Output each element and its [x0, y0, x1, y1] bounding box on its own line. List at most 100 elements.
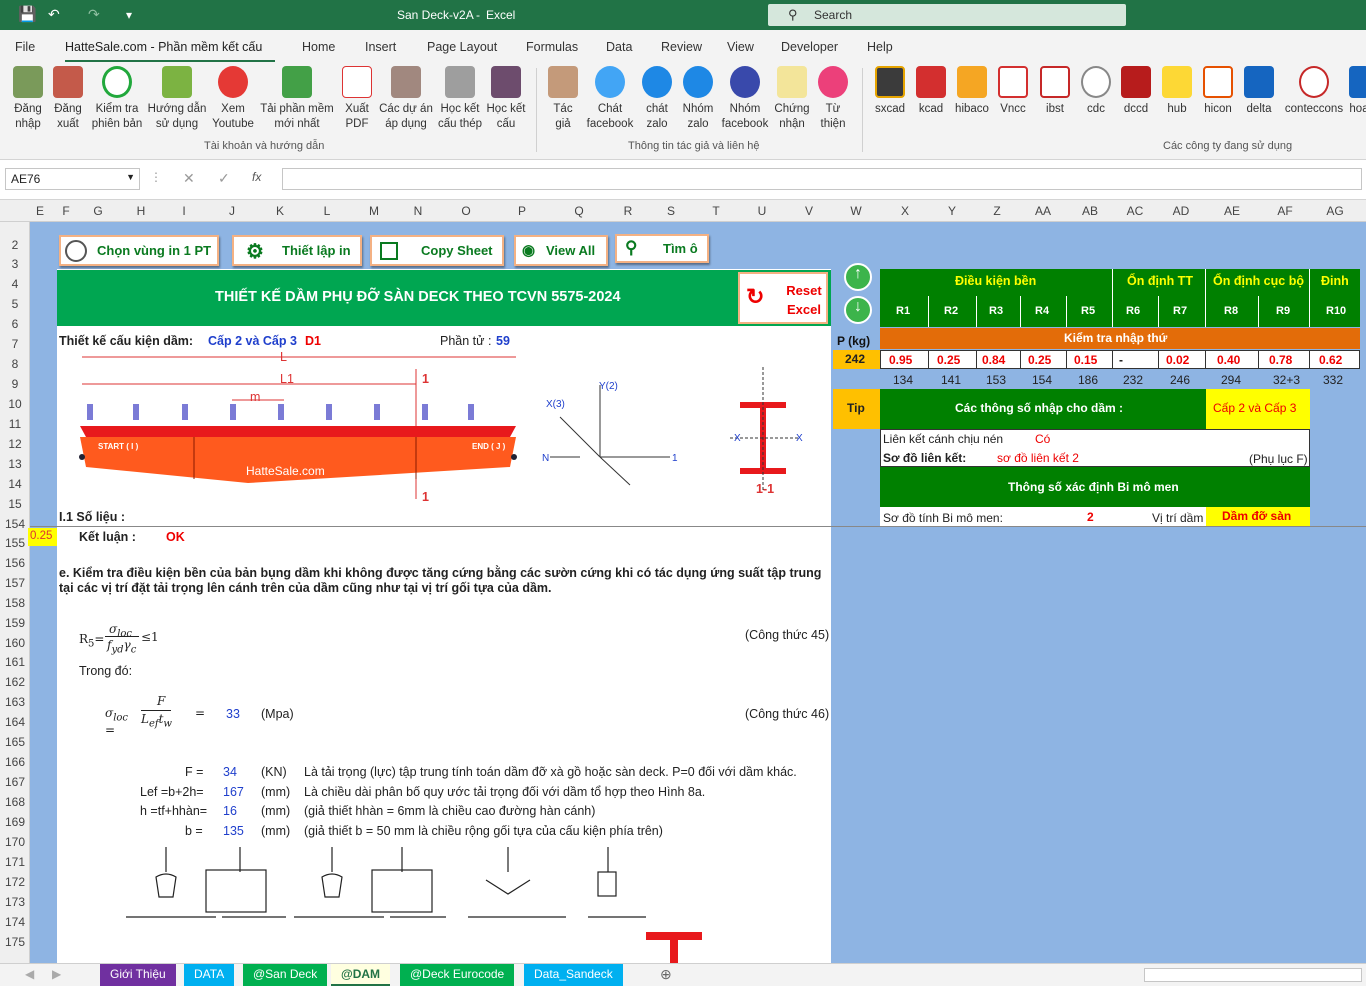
compress-value[interactable]: Có [1035, 432, 1050, 446]
row-header[interactable]: 10 [0, 397, 30, 411]
export-pdf-button[interactable]: Xuất PDF [338, 66, 376, 132]
customize-qat-icon[interactable]: ▾ [126, 8, 132, 22]
row-header[interactable]: 14 [0, 477, 30, 491]
row-header[interactable]: 7 [0, 337, 30, 351]
row-header[interactable]: 155 [0, 536, 30, 550]
row-header[interactable]: 159 [0, 616, 30, 630]
row-header[interactable]: 175 [0, 935, 30, 949]
row-header[interactable]: 172 [0, 875, 30, 889]
cancel-icon[interactable]: ✕ [183, 170, 195, 187]
row-header[interactable]: 167 [0, 775, 30, 789]
company-hicon[interactable]: hicon [1200, 66, 1236, 117]
find-cell-button[interactable]: ⚲ Tìm ô [615, 234, 709, 263]
download-button[interactable]: Tải phần mềm mới nhất [258, 66, 336, 132]
arrow-up-icon[interactable]: ↑ [844, 263, 872, 291]
p-value-cell[interactable]: 242 [833, 350, 880, 369]
row-header[interactable]: 173 [0, 895, 30, 909]
guide-button[interactable]: Hướng dẫn sử dụng [146, 66, 208, 132]
col-header[interactable]: K [272, 204, 288, 218]
col-header[interactable]: U [754, 204, 770, 218]
horizontal-scrollbar[interactable] [1144, 968, 1362, 982]
menu-insert[interactable]: Insert [365, 40, 396, 54]
login-button[interactable]: Đăng nhập [8, 66, 48, 132]
row-header[interactable]: 162 [0, 675, 30, 689]
row-header[interactable]: 160 [0, 636, 30, 650]
col-header[interactable]: Z [989, 204, 1005, 218]
col-header[interactable]: P [514, 204, 530, 218]
row-header[interactable]: 9 [0, 377, 30, 391]
col-header[interactable]: AF [1274, 204, 1296, 218]
row-header[interactable]: 165 [0, 735, 30, 749]
row-header[interactable]: 11 [0, 417, 30, 431]
row-header[interactable]: 164 [0, 715, 30, 729]
row-header[interactable]: 156 [0, 556, 30, 570]
col-header[interactable]: W [848, 204, 864, 218]
r-value[interactable]: - [1119, 353, 1123, 367]
col-header[interactable]: J [224, 204, 240, 218]
search-input[interactable]: ⚲ Search [768, 4, 1126, 26]
col-header[interactable]: G [90, 204, 106, 218]
menu-data[interactable]: Data [606, 40, 632, 54]
menu-formulas[interactable]: Formulas [526, 40, 578, 54]
row-header[interactable]: 8 [0, 357, 30, 371]
arrow-down-icon[interactable]: ↓ [844, 296, 872, 324]
row-header[interactable]: 171 [0, 855, 30, 869]
r-value[interactable]: 0.15 [1074, 353, 1097, 367]
menu-developer[interactable]: Developer [781, 40, 838, 54]
row-header[interactable]: 163 [0, 695, 30, 709]
design-value[interactable]: Cấp 2 và Cấp 3 [208, 334, 297, 348]
col-header[interactable]: N [410, 204, 426, 218]
row-header[interactable]: 3 [0, 257, 30, 271]
tab-san-deck[interactable]: @San Deck [243, 964, 328, 986]
company-hub[interactable]: hub [1160, 66, 1194, 117]
col-header[interactable]: Q [571, 204, 587, 218]
col-header[interactable]: E [32, 204, 48, 218]
row-header[interactable]: 6 [0, 317, 30, 331]
certificate-button[interactable]: Chứng nhận [772, 66, 812, 132]
tab-gioi-thieu[interactable]: Giới Thiệu [100, 964, 176, 986]
company-ibst[interactable]: ibst [1038, 66, 1072, 117]
col-header[interactable]: I [176, 204, 192, 218]
position-value-cell[interactable]: Dầm đỡ sàn [1206, 507, 1310, 526]
redo-icon[interactable]: ↷ [88, 6, 100, 23]
r-value[interactable]: 0.95 [889, 353, 912, 367]
row-header[interactable]: 169 [0, 815, 30, 829]
param-value[interactable]: 34 [223, 765, 237, 779]
menu-page-layout[interactable]: Page Layout [427, 40, 497, 54]
tab-scroll-left-icon[interactable]: ◀ [25, 967, 34, 981]
conn-value[interactable]: sơ đồ liên kết 2 [997, 451, 1079, 465]
menu-home[interactable]: Home [302, 40, 335, 54]
menu-file[interactable]: File [15, 40, 35, 54]
formula-input[interactable] [282, 168, 1362, 190]
company-delta[interactable]: delta [1242, 66, 1276, 117]
print-area-button[interactable]: Chọn vùng in 1 PT [59, 235, 219, 266]
tab-deck-eurocode[interactable]: @Deck Eurocode [400, 964, 515, 986]
undo-icon[interactable]: ↶ [48, 6, 60, 23]
company-kcad[interactable]: kcad [914, 66, 948, 117]
col-header[interactable]: AE [1221, 204, 1243, 218]
facebook-chat-button[interactable]: Chát facebook [584, 66, 636, 132]
r-value[interactable]: 0.62 [1319, 353, 1342, 367]
row-header[interactable]: 174 [0, 915, 30, 929]
col-header[interactable]: Y [944, 204, 960, 218]
youtube-button[interactable]: Xem Youtube [210, 66, 256, 132]
row-header[interactable]: 170 [0, 835, 30, 849]
col-header[interactable]: R [620, 204, 636, 218]
col-header[interactable]: AG [1324, 204, 1346, 218]
print-setup-button[interactable]: ⚙ Thiết lập in [232, 235, 362, 266]
reset-excel-button[interactable]: ↻ Reset Excel [738, 272, 828, 324]
insert-function-icon[interactable]: fx [252, 170, 261, 184]
row-header[interactable]: 161 [0, 655, 30, 669]
tab-dam[interactable]: @DAM [331, 964, 391, 986]
r-value[interactable]: 0.25 [1028, 353, 1051, 367]
tab-data-sandeck[interactable]: Data_Sandeck [524, 964, 623, 986]
r-value[interactable]: 0.02 [1166, 353, 1189, 367]
company-hoa[interactable]: hoa [1347, 66, 1366, 117]
menu-view[interactable]: View [727, 40, 754, 54]
row-header[interactable]: 157 [0, 576, 30, 590]
param-value[interactable]: 167 [223, 785, 244, 799]
row-header[interactable]: 13 [0, 457, 30, 471]
sigma-value[interactable]: 33 [226, 707, 240, 721]
r-value[interactable]: 0.40 [1217, 353, 1240, 367]
company-dccd[interactable]: dccd [1118, 66, 1154, 117]
